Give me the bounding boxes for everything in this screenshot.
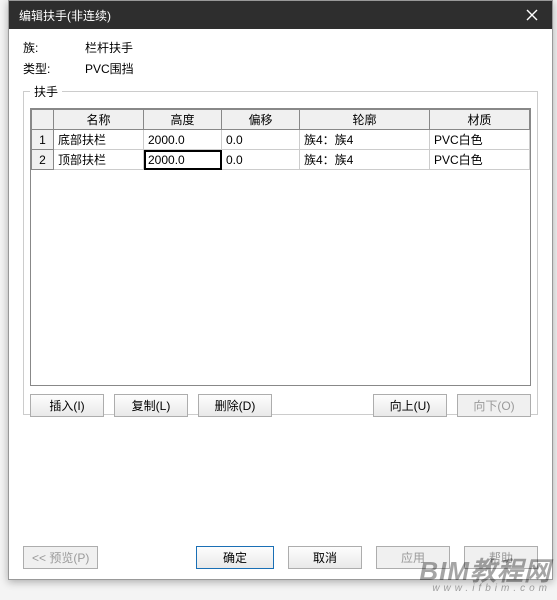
family-row: 族: 栏杆扶手	[23, 39, 538, 56]
close-icon	[526, 9, 538, 21]
spacer	[282, 394, 363, 417]
preview-button[interactable]: << 预览(P)	[23, 546, 98, 569]
dialog: 编辑扶手(非连续) 族: 栏杆扶手 类型: PVC围挡 扶手	[8, 0, 553, 580]
col-name[interactable]: 名称	[54, 110, 144, 130]
delete-button[interactable]: 删除(D)	[198, 394, 272, 417]
col-height[interactable]: 高度	[144, 110, 222, 130]
table-buttons: 插入(I) 复制(L) 删除(D) 向上(U) 向下(O)	[30, 394, 531, 417]
move-up-button[interactable]: 向上(U)	[373, 394, 447, 417]
col-material[interactable]: 材质	[430, 110, 530, 130]
watermark-sub: www.ifbim.com	[419, 584, 551, 594]
rails-table: 名称 高度 偏移 轮廓 材质 1底部扶栏2000.00.0族4：族4PVC白色2…	[31, 109, 530, 170]
dialog-title: 编辑扶手(非连续)	[19, 7, 111, 24]
cell-height[interactable]: 2000.0	[144, 150, 222, 170]
help-button[interactable]: 帮助	[464, 546, 538, 569]
family-label: 族:	[23, 39, 85, 56]
cancel-button[interactable]: 取消	[288, 546, 362, 569]
dialog-body: 族: 栏杆扶手 类型: PVC围挡 扶手 名称 高度	[9, 29, 552, 579]
cell-material[interactable]: PVC白色	[430, 150, 530, 170]
titlebar: 编辑扶手(非连续)	[9, 1, 552, 29]
rails-table-container[interactable]: 名称 高度 偏移 轮廓 材质 1底部扶栏2000.00.0族4：族4PVC白色2…	[30, 108, 531, 386]
col-rowhead[interactable]	[32, 110, 54, 130]
apply-button[interactable]: 应用	[376, 546, 450, 569]
rails-legend: 扶手	[30, 83, 62, 100]
cell-profile[interactable]: 族4：族4	[300, 130, 430, 150]
cell-rowhead[interactable]: 1	[32, 130, 54, 150]
rails-fieldset: 扶手 名称 高度 偏移 轮廓 材质	[23, 83, 538, 415]
table-row[interactable]: 1底部扶栏2000.00.0族4：族4PVC白色	[32, 130, 530, 150]
close-button[interactable]	[512, 1, 552, 29]
cell-offset[interactable]: 0.0	[222, 150, 300, 170]
type-row: 类型: PVC围挡	[23, 60, 538, 77]
duplicate-button[interactable]: 复制(L)	[114, 394, 188, 417]
cell-name[interactable]: 底部扶栏	[54, 130, 144, 150]
cell-name[interactable]: 顶部扶栏	[54, 150, 144, 170]
family-value: 栏杆扶手	[85, 39, 133, 56]
cell-profile[interactable]: 族4：族4	[300, 150, 430, 170]
cell-rowhead[interactable]: 2	[32, 150, 54, 170]
cell-offset[interactable]: 0.0	[222, 130, 300, 150]
col-offset[interactable]: 偏移	[222, 110, 300, 130]
move-down-button[interactable]: 向下(O)	[457, 394, 531, 417]
insert-button[interactable]: 插入(I)	[30, 394, 104, 417]
type-label: 类型:	[23, 60, 85, 77]
cell-height[interactable]: 2000.0	[144, 130, 222, 150]
dialog-footer: << 预览(P) 确定 取消 应用 帮助	[23, 546, 538, 569]
cell-material[interactable]: PVC白色	[430, 130, 530, 150]
ok-button[interactable]: 确定	[196, 546, 274, 569]
col-profile[interactable]: 轮廓	[300, 110, 430, 130]
type-value: PVC围挡	[85, 60, 134, 77]
table-row[interactable]: 2顶部扶栏2000.00.0族4：族4PVC白色	[32, 150, 530, 170]
